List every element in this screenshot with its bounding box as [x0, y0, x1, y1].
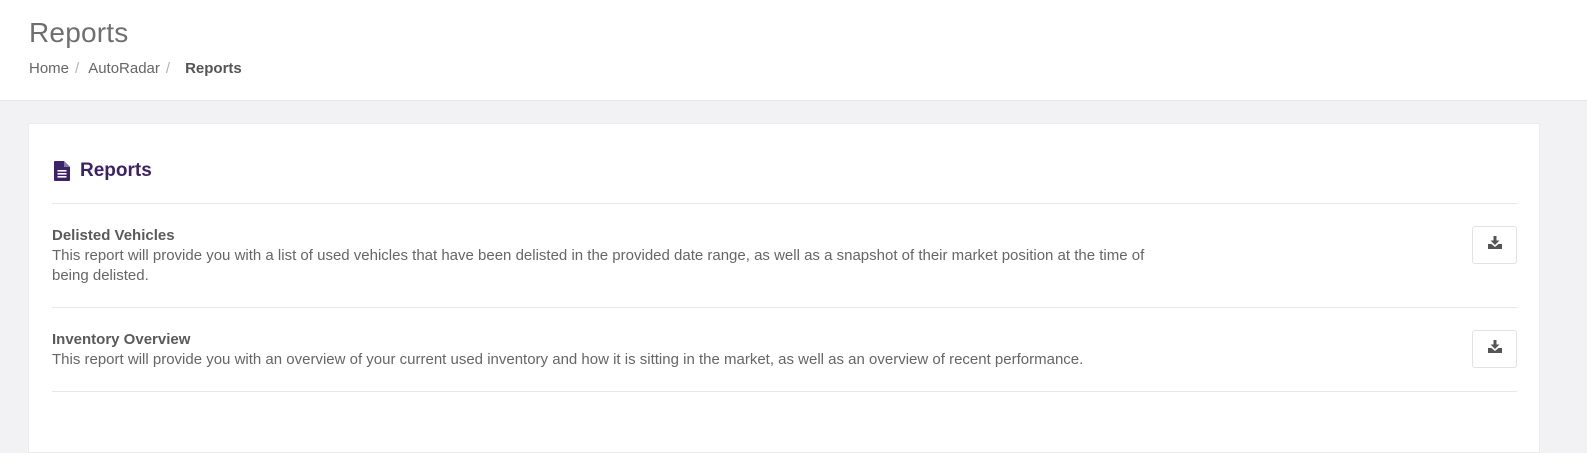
breadcrumb-separator: /	[75, 60, 80, 77]
report-name: Delisted Vehicles	[52, 227, 175, 244]
page-title: Reports	[29, 17, 129, 48]
breadcrumb-current: Reports	[185, 60, 242, 77]
report-description: This report will provide you with a list…	[52, 247, 1145, 284]
divider	[52, 391, 1517, 392]
download-inventory-overview-button[interactable]	[1472, 330, 1517, 368]
download-icon	[1487, 340, 1502, 358]
divider	[52, 203, 1517, 204]
card-title: Reports	[80, 160, 152, 181]
report-item-delisted-vehicles: Delisted Vehicles This report will provi…	[52, 226, 1517, 306]
breadcrumb-home-link[interactable]: Home	[29, 60, 69, 77]
breadcrumb: Home / AutoRadar / Reports	[29, 60, 242, 77]
file-text-icon	[52, 160, 72, 182]
reports-card: Reports Delisted Vehicles This report wi…	[28, 123, 1540, 453]
report-name: Inventory Overview	[52, 331, 191, 348]
report-description: This report will provide you with an ove…	[52, 351, 1084, 368]
download-delisted-vehicles-button[interactable]	[1472, 226, 1517, 264]
report-item-inventory-overview: Inventory Overview This report will prov…	[52, 330, 1517, 390]
download-icon	[1487, 236, 1502, 254]
breadcrumb-autoradar-link[interactable]: AutoRadar	[88, 60, 160, 77]
divider	[52, 307, 1517, 308]
breadcrumb-separator: /	[165, 60, 171, 77]
card-header: Reports	[52, 160, 152, 182]
page-header: Reports Home / AutoRadar / Reports	[0, 0, 1587, 101]
